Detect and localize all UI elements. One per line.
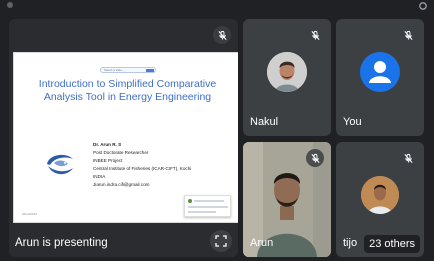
slide-title: Introduction to Simplified Comparative A… [20,78,235,104]
participant-tile-nakul[interactable]: Nakul [243,19,331,136]
slide-notification-popup [184,195,231,217]
slide-footnote: 04/12/2022 [22,212,38,216]
others-count-badge[interactable]: 23 others [364,235,420,253]
mic-off-icon [399,26,417,44]
author-email: Jiarun.indra.cifi@gmail.com [93,182,150,187]
author-country: INDIA [93,174,106,179]
author-institute: Central Institute of Fisheries (ICAR-CIF… [93,166,192,171]
slide-go-button-icon [146,69,154,72]
slide-author-block: Dr. Arun R. S Post Doctorate Researcher … [93,141,191,189]
status-dot-icon [7,2,13,8]
participant-name: Arun [250,237,274,249]
mic-off-icon [306,26,324,44]
shared-slide: Select a slide... Introduction to Simpli… [13,52,238,223]
avatar [361,176,399,214]
slide-title-line-1: Introduction to Simplified Comparative [38,78,217,90]
author-project: INBEE Project [93,158,123,163]
participant-tile-others[interactable]: tijo 23 others [336,142,424,257]
avatar [267,52,307,92]
participant-tile-arun[interactable]: Arun [243,142,331,257]
popup-line [194,200,224,202]
popup-status-icon [188,199,192,203]
participant-name: Nakul [250,116,279,128]
mic-off-icon [306,149,324,167]
slide-address-bar: Select a slide... [100,67,156,73]
mic-off-icon [399,149,417,167]
participant-name: You [343,116,362,128]
default-avatar-icon [360,52,400,92]
popup-line [188,206,228,208]
participant-tile-you[interactable]: You [336,19,424,136]
presentation-tile[interactable]: Select a slide... Introduction to Simpli… [9,19,238,257]
fullscreen-icon [215,235,227,247]
fullscreen-button[interactable] [210,230,232,252]
institute-logo-icon [47,154,73,175]
settings-icon[interactable] [418,1,428,11]
slide-title-line-2: Analysis Tool in Energy Engineering [43,91,212,103]
author-name: Dr. Arun R. S [93,142,122,147]
participant-name: tijo [343,237,358,249]
mic-off-icon [213,26,231,44]
author-position: Post Doctorate Researcher [93,150,149,155]
presenting-status: Arun is presenting [15,237,108,249]
slide-address-text: Select a slide... [104,68,125,72]
popup-line [188,211,216,213]
